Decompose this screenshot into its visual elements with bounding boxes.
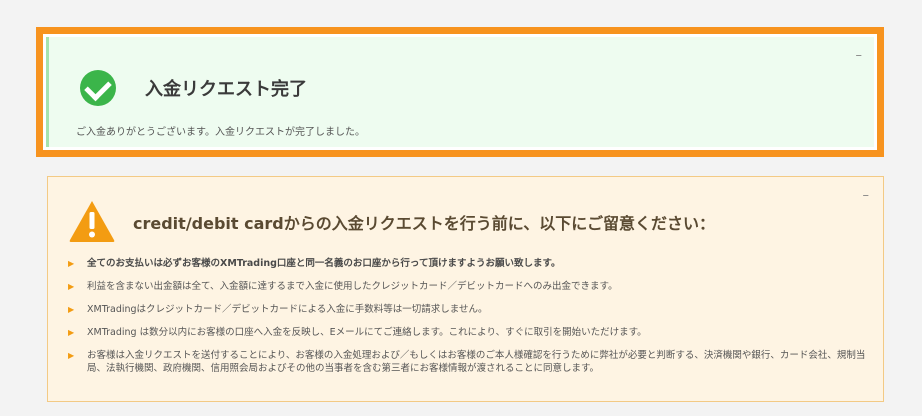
notice-item: ▶ 利益を含まない出金額は全て、入金額に達するまで入金に使用したクレジットカード…: [68, 280, 868, 293]
collapse-button[interactable]: –: [863, 189, 870, 202]
deposit-complete-highlight: 入金リクエスト完了 ご入金ありがとうございます。入金リクエストが完了しました。 …: [36, 27, 884, 157]
checkmark: [84, 73, 112, 102]
notice-item-text: お客様は入金リクエストを送付することにより、お客様の入金処理および／もしくはお客…: [87, 350, 866, 374]
notice-item: ▶ 全てのお支払いは必ずお客様のXMTrading口座と同一名義のお口座から行っ…: [68, 257, 868, 270]
notice-item-text: XMTradingはクレジットカード／デビットカードによる入金に手数料等は一切請…: [87, 304, 488, 315]
notice-item-text: XMTrading は数分以内にお客様の口座へ入金を反映し、Eメールにてご連絡し…: [87, 327, 647, 338]
deposit-complete-message: ご入金ありがとうございます。入金リクエストが完了しました。: [76, 127, 365, 138]
collapse-button[interactable]: –: [856, 49, 863, 62]
notice-item-text: 利益を含まない出金額は全て、入金額に達するまで入金に使用したクレジットカード／デ…: [87, 281, 618, 292]
warning-triangle-icon: [69, 201, 115, 242]
notice-item: ▶ お客様は入金リクエストを送付することにより、お客様の入金処理および／もしくは…: [68, 349, 868, 375]
notice-item-text: 全てのお支払いは必ずお客様のXMTrading口座と同一名義のお口座から行って頂…: [87, 258, 561, 269]
notice-title: credit/debit cardからの入金リクエストを行う前に、以下にご留意く…: [133, 214, 715, 233]
notice-item: ▶ XMTrading は数分以内にお客様の口座へ入金を反映し、Eメールにてご連…: [68, 326, 868, 339]
notice-list: ▶ 全てのお支払いは必ずお客様のXMTrading口座と同一名義のお口座から行っ…: [68, 257, 868, 385]
bullet-arrow-icon: ▶: [68, 305, 75, 314]
deposit-notice-panel: credit/debit cardからの入金リクエストを行う前に、以下にご留意く…: [47, 176, 884, 402]
deposit-complete-panel: 入金リクエスト完了 ご入金ありがとうございます。入金リクエストが完了しました。 …: [46, 37, 874, 147]
notice-item: ▶ XMTradingはクレジットカード／デビットカードによる入金に手数料等は一…: [68, 303, 868, 316]
bullet-arrow-icon: ▶: [68, 282, 75, 291]
bullet-arrow-icon: ▶: [68, 259, 75, 268]
deposit-complete-title: 入金リクエスト完了: [145, 79, 307, 100]
bullet-arrow-icon: ▶: [68, 328, 75, 337]
bullet-arrow-icon: ▶: [68, 351, 75, 360]
check-circle-icon: [80, 70, 116, 106]
